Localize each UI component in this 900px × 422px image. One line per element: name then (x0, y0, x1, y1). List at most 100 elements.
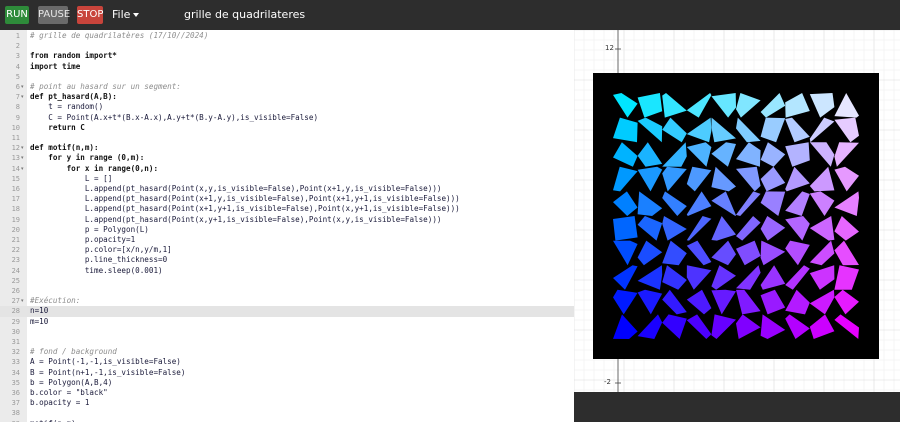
line-number: 4 (15, 62, 20, 71)
code-line[interactable]: 24 time.sleep(0.001) (0, 266, 574, 276)
code-line[interactable]: 16 L.append(pt_hasard(Point(x,y,is_visib… (0, 184, 574, 194)
code-text: t = random() (30, 102, 104, 112)
code-text: B = Point(n+1,-1,is_visible=False) (30, 367, 186, 377)
code-line[interactable]: 31 (0, 337, 574, 347)
code-text: from random import* (30, 51, 117, 61)
line-number: 38 (11, 409, 20, 418)
code-text: # fond / background (30, 347, 117, 357)
code-line[interactable]: 11 (0, 133, 574, 143)
code-line[interactable]: 38 (0, 408, 574, 418)
line-number: 13 (11, 154, 20, 163)
fold-arrow-icon[interactable]: ▾ (21, 82, 24, 92)
code-text: # point au hasard sur un segment: (30, 82, 181, 91)
stop-button[interactable]: STOP (77, 6, 103, 24)
fold-arrow-icon[interactable]: ▾ (21, 296, 24, 306)
line-number: 33 (11, 358, 20, 367)
code-line[interactable]: 34 B = Point(n+1,-1,is_visible=False) (0, 368, 574, 378)
line-number: 10 (11, 123, 20, 132)
line-number: 16 (11, 185, 20, 193)
code-text: #Exécution: (30, 296, 81, 306)
code-line[interactable]: 35 b = Polygon(A,B,4) (0, 378, 574, 388)
code-line[interactable]: 29 m=10 (0, 317, 574, 327)
code-line[interactable]: 30 (0, 327, 574, 337)
line-number: 12 (11, 144, 20, 153)
code-line[interactable]: 26 (0, 286, 574, 296)
line-number: 6 (15, 83, 20, 91)
code-line[interactable]: 19 L.append(pt_hasard(Point(x,y+1,is_vis… (0, 215, 574, 225)
code-line[interactable]: 3 from random import* (0, 51, 574, 61)
code-line[interactable]: 1 # grille de quadrilatères (17/10//2024) (0, 31, 574, 41)
code-editor[interactable]: 1 # grille de quadrilatères (17/10//2024)… (0, 30, 574, 422)
code-line[interactable]: 4 import time (0, 62, 574, 72)
code-line[interactable]: 20 p = Polygon(L) (0, 225, 574, 235)
line-number: 24 (11, 266, 20, 275)
code-line[interactable]: 36 b.color = "black" (0, 388, 574, 398)
code-line[interactable]: 12 ▾ def motif(n,m): (0, 143, 574, 153)
code-line[interactable]: 32 # fond / background (0, 347, 574, 357)
code-line[interactable]: 6 ▾ # point au hasard sur un segment: (0, 82, 574, 92)
code-line[interactable]: 15 L = [] (0, 174, 574, 184)
pause-button[interactable]: PAUSE (38, 6, 70, 24)
run-button[interactable]: RUN (5, 6, 29, 24)
line-number: 1 (15, 32, 20, 40)
code-text: A = Point(-1,-1,is_visible=False) (30, 357, 181, 367)
code-text: p.line_thickness=0 (30, 255, 168, 265)
code-line[interactable]: 5 (0, 72, 574, 82)
line-number: 3 (15, 52, 20, 61)
fold-arrow-icon[interactable]: ▾ (21, 143, 24, 153)
code-line[interactable]: 27 ▾ #Exécution: (0, 296, 574, 306)
code-text: m=10 (30, 316, 49, 326)
code-text: def motif(n,m): (30, 143, 99, 153)
graph-canvas[interactable] (574, 30, 900, 392)
code-text: motif(n,m) (30, 419, 76, 422)
code-text: L.append(pt_hasard(Point(x+1,y,is_visibl… (30, 194, 460, 204)
fold-arrow-icon[interactable]: ▾ (21, 153, 24, 163)
code-line[interactable]: 17 L.append(pt_hasard(Point(x+1,y,is_vis… (0, 194, 574, 204)
line-number: 35 (11, 378, 20, 387)
line-number: 20 (11, 225, 20, 234)
line-number: 29 (11, 317, 20, 326)
code-line[interactable]: 18 L.append(pt_hasard(Point(x+1,y+1,is_v… (0, 204, 574, 214)
line-number: 36 (11, 389, 20, 397)
code-line[interactable]: 39 motif(n,m) (0, 419, 574, 422)
line-number: 37 (11, 399, 20, 408)
graph-panel[interactable]: 12 -2 (574, 30, 900, 392)
code-line[interactable]: 33 A = Point(-1,-1,is_visible=False) (0, 357, 574, 367)
code-line[interactable]: 21 p.opacity=1 (0, 235, 574, 245)
code-line[interactable]: 2 (0, 41, 574, 51)
line-number: 7 (15, 93, 20, 102)
code-line[interactable]: 9 C = Point(A.x+t*(B.x-A.x),A.y+t*(B.y-A… (0, 113, 574, 123)
code-text: import time (30, 61, 81, 71)
code-text: def pt_hasard(A,B): (30, 92, 117, 102)
code-line[interactable]: 8 t = random() (0, 102, 574, 112)
line-number: 22 (11, 246, 20, 255)
code-text: L.append(pt_hasard(Point(x+1,y+1,is_visi… (30, 204, 460, 214)
code-line[interactable]: 22 p.color=[x/n,y/m,1] (0, 245, 574, 255)
line-number: 9 (15, 113, 20, 122)
code-text: L.append(pt_hasard(Point(x,y,is_visible=… (30, 184, 442, 193)
line-number: 14 (11, 164, 20, 173)
code-line[interactable]: 7 ▾ def pt_hasard(A,B): (0, 92, 574, 102)
line-number: 31 (11, 338, 20, 346)
fold-arrow-icon[interactable]: ▾ (21, 164, 24, 174)
code-text: # grille de quadrilatères (17/10//2024) (30, 31, 209, 40)
code-text: for x in range(0,n): (30, 163, 159, 173)
y-tick-label-top: 12 (605, 44, 614, 52)
file-menu-label: File (112, 8, 131, 21)
code-line[interactable]: 10 return C (0, 123, 574, 133)
code-text: n=10 (30, 306, 49, 316)
code-line[interactable]: 25 (0, 276, 574, 286)
code-line[interactable]: 13 ▾ for y in range (0,m): (0, 153, 574, 163)
line-number: 30 (11, 327, 20, 336)
file-menu[interactable]: File (112, 6, 140, 24)
code-line[interactable]: 23 p.line_thickness=0 (0, 255, 574, 265)
code-text: p.opacity=1 (30, 235, 136, 244)
line-number: 21 (11, 236, 20, 244)
fold-arrow-icon[interactable]: ▾ (21, 92, 24, 102)
line-number: 17 (11, 195, 20, 204)
code-line[interactable]: 14 ▾ for x in range(0,n): (0, 164, 574, 174)
code-line[interactable]: 28 n=10 (0, 306, 574, 317)
chevron-down-icon (133, 13, 140, 17)
code-line[interactable]: 37 b.opacity = 1 (0, 398, 574, 408)
y-tick-label-bottom: -2 (604, 378, 611, 386)
